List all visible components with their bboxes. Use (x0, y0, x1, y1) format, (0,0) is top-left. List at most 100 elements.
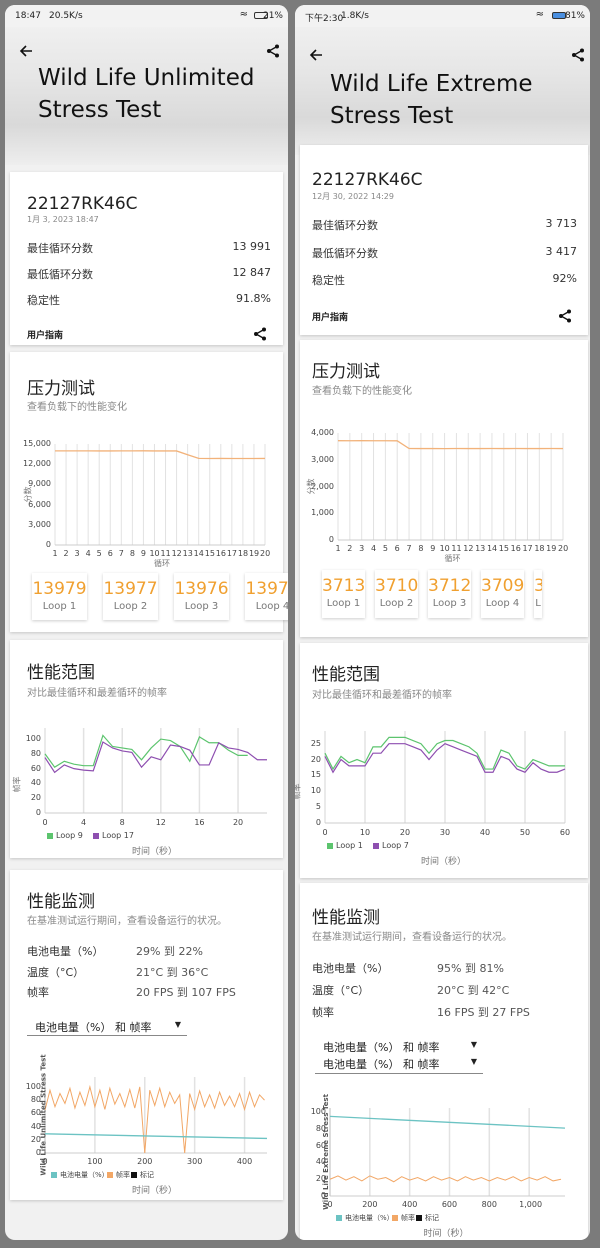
y-tick-label: 0 (45, 540, 51, 549)
fps-line (329, 1175, 562, 1183)
page-title-line2: Stress Test (38, 97, 162, 123)
x-tick-label: 15 (204, 549, 215, 558)
monitor-chart (329, 1108, 566, 1197)
x-tick-label: 13 (475, 544, 486, 553)
loop-score-card[interactable]: 3L (534, 570, 542, 618)
x-tick-label: 400 (402, 1200, 418, 1209)
metric-dropdown[interactable]: 电池电量（%） 和 帧率 ▼ (323, 1039, 481, 1055)
x-tick-label: 1,000 (519, 1200, 543, 1209)
wifi-icon: ≈ (535, 9, 544, 20)
section-subtitle: 对比最佳循环和最差循环的帧率 (27, 688, 167, 699)
legend-label: 帧率 (401, 1214, 415, 1222)
section-title: 性能监测 (27, 892, 95, 912)
x-tick-label: 20 (558, 544, 569, 553)
monitor-value: 95% 到 81% (437, 962, 504, 975)
loop-score-card[interactable]: 3709 Loop 4 (481, 570, 524, 618)
y-tick-label: 15 (310, 770, 321, 780)
y-axis-label: 分数 (306, 478, 316, 494)
x-tick-label: 4 (81, 818, 87, 827)
page-title-line1: Wild Life Extreme (330, 71, 533, 97)
section-title: 性能范围 (27, 663, 95, 683)
monitor-label: 帧率 (27, 986, 49, 999)
share-guide-icon[interactable] (253, 326, 267, 345)
y-tick-label: 0 (315, 818, 321, 827)
y-tick-label: 80 (30, 748, 41, 758)
x-tick-label: 3 (359, 544, 365, 553)
x-axis-label: 循环 (154, 559, 170, 568)
loop-score-card[interactable]: 3713 Loop 1 (322, 570, 365, 618)
x-tick-label: 50 (519, 828, 531, 837)
x-tick-label: 18 (237, 549, 249, 558)
x-tick-label: 17 (226, 549, 238, 558)
loop-score: 3710 (375, 576, 418, 596)
legend-label: 电池电量（%） (60, 1171, 109, 1179)
loop-score: 3713 (322, 576, 365, 596)
monitor-label: 温度（°C） (312, 984, 370, 997)
loop-score-card[interactable]: 13976 Loop 3 (174, 573, 229, 620)
status-time: 下午2:30 (305, 14, 344, 24)
dropdown-underline (315, 1073, 483, 1074)
legend-label: Loop 7 (382, 841, 409, 850)
back-button[interactable] (309, 47, 323, 66)
x-axis-label: 时间（秒） (132, 1186, 178, 1196)
y-tick-label: 100 (25, 734, 41, 744)
x-tick-label: 300 (187, 1157, 203, 1166)
metric-dropdown[interactable]: 电池电量（%） 和 帧率 ▼ (35, 1019, 185, 1035)
x-tick-label: 20 (260, 549, 271, 558)
monitor-chart (44, 1077, 268, 1154)
wifi-icon: ≈ (239, 9, 248, 20)
x-tick-label: 200 (362, 1200, 378, 1209)
y-tick-label: 3,000 (311, 454, 334, 464)
loop-score-card[interactable]: 3712 Loop 3 (428, 570, 471, 618)
y-tick-label: 3,000 (28, 519, 51, 529)
legend-swatch (373, 843, 379, 849)
x-tick-label: 4 (370, 544, 377, 553)
test-date: 12月 30, 2022 14:29 (312, 192, 394, 201)
page-title-line2: Stress Test (330, 103, 454, 129)
back-button[interactable] (19, 43, 33, 62)
y-tick-label: 15,000 (23, 439, 51, 448)
loop-score-card[interactable]: 3710 Loop 2 (375, 570, 418, 618)
user-guide-link[interactable]: 用户指南 (27, 328, 63, 341)
summary-label: 最佳循环分数 (27, 242, 93, 255)
summary-value: 3 417 (545, 245, 578, 258)
loop-score-card[interactable]: 13974 Loop 4 (245, 573, 288, 620)
x-tick-label: 15 (498, 544, 509, 553)
loop-score-card[interactable]: 13979 Loop 1 (32, 573, 87, 620)
share-icon[interactable] (571, 47, 585, 66)
x-tick-label: 16 (194, 818, 205, 827)
section-title: 性能范围 (312, 665, 380, 685)
loop-label: Loop 4 (255, 601, 288, 612)
series-vertical-label: Wild Life Extreme Stress Test (321, 1094, 330, 1210)
loop-score-card[interactable]: 13977 Loop 2 (103, 573, 158, 620)
x-tick-label: 11 (451, 544, 462, 553)
x-axis-label: 时间（秒） (132, 847, 178, 857)
x-tick-label: 20 (232, 818, 244, 827)
x-tick-label: 60 (559, 828, 571, 837)
phone-screen-extreme: 下午2:30 1.8K/s ≈81% Wild Life Extreme Stress … (295, 5, 590, 1240)
x-tick-label: 8 (418, 544, 424, 553)
legend-swatch (327, 843, 333, 849)
share-icon[interactable] (266, 43, 280, 62)
share-guide-icon[interactable] (558, 308, 572, 327)
x-tick-label: 30 (439, 828, 451, 837)
series-line-loop-17 (44, 741, 267, 774)
battery-icon (552, 12, 566, 19)
loop-label: Loop 2 (379, 598, 414, 609)
performance-monitor-card: 性能监测 在基准测试运行期间，查看设备运行的状况。 电池电量（%） 95% 到 81%… (300, 883, 588, 1240)
summary-card: 22127RK46C 12月 30, 2022 14:29 最佳循环分数 3 713 最… (300, 145, 588, 335)
summary-value: 12 847 (232, 266, 272, 279)
x-tick-label: 200 (137, 1157, 153, 1166)
battery-percent: 81% (564, 11, 585, 21)
x-tick-label: 10 (439, 544, 450, 553)
legend-swatch (416, 1215, 422, 1221)
metric-dropdown[interactable]: 电池电量（%） 和 帧率 ▼ (323, 1056, 481, 1072)
x-tick-label: 6 (394, 544, 400, 553)
x-axis-label: 时间（秒） (421, 857, 467, 867)
monitor-label: 帧率 (312, 1006, 334, 1019)
user-guide-link[interactable]: 用户指南 (312, 310, 348, 323)
x-tick-label: 1 (335, 544, 341, 553)
summary-value: 3 713 (545, 217, 578, 230)
monitor-value: 20°C 到 42°C (437, 984, 510, 997)
x-tick-label: 8 (129, 549, 135, 558)
